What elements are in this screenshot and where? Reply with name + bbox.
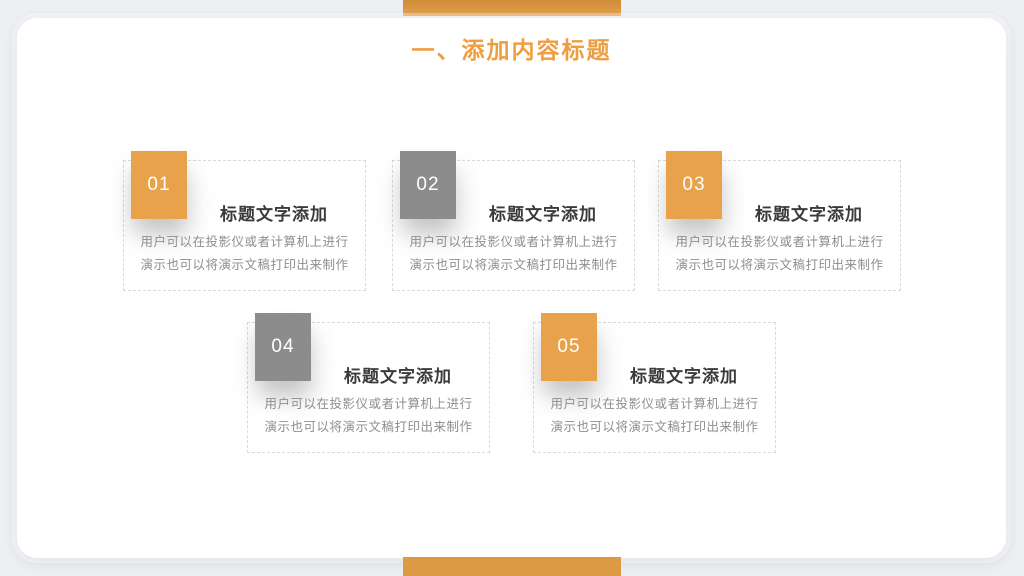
- card-number-badge: 01: [131, 151, 187, 219]
- card-title: 标题文字添加: [630, 367, 738, 386]
- card-description-line1: 用户可以在投影仪或者计算机上进行: [409, 235, 618, 249]
- card-title: 标题文字添加: [755, 205, 863, 224]
- card-description: 用户可以在投影仪或者计算机上进行 演示也可以将演示文稿打印出来制作: [124, 231, 365, 277]
- card-description: 用户可以在投影仪或者计算机上进行 演示也可以将演示文稿打印出来制作: [534, 393, 775, 439]
- card-description-line1: 用户可以在投影仪或者计算机上进行: [140, 235, 349, 249]
- card-title: 标题文字添加: [220, 205, 328, 224]
- content-card-3: 03 标题文字添加 用户可以在投影仪或者计算机上进行 演示也可以将演示文稿打印出…: [658, 151, 901, 291]
- content-card-1: 01 标题文字添加 用户可以在投影仪或者计算机上进行 演示也可以将演示文稿打印出…: [123, 151, 366, 291]
- content-card-2: 02 标题文字添加 用户可以在投影仪或者计算机上进行 演示也可以将演示文稿打印出…: [392, 151, 635, 291]
- card-description-line2: 演示也可以将演示文稿打印出来制作: [550, 420, 759, 434]
- card-number-badge: 05: [541, 313, 597, 381]
- top-accent-bar: [403, 0, 621, 16]
- card-number-badge: 02: [400, 151, 456, 219]
- content-card-4: 04 标题文字添加 用户可以在投影仪或者计算机上进行 演示也可以将演示文稿打印出…: [247, 313, 490, 453]
- card-description: 用户可以在投影仪或者计算机上进行 演示也可以将演示文稿打印出来制作: [393, 231, 634, 277]
- card-description-line1: 用户可以在投影仪或者计算机上进行: [550, 397, 759, 411]
- card-title: 标题文字添加: [344, 367, 452, 386]
- card-description-line2: 演示也可以将演示文稿打印出来制作: [264, 420, 473, 434]
- slide-canvas: 一、添加内容标题 01 标题文字添加 用户可以在投影仪或者计算机上进行 演示也可…: [17, 18, 1006, 558]
- card-description-line2: 演示也可以将演示文稿打印出来制作: [409, 258, 618, 272]
- card-description-line2: 演示也可以将演示文稿打印出来制作: [675, 258, 884, 272]
- card-description-line1: 用户可以在投影仪或者计算机上进行: [675, 235, 884, 249]
- slide-title: 一、添加内容标题: [411, 37, 612, 63]
- card-description-line2: 演示也可以将演示文稿打印出来制作: [140, 258, 349, 272]
- bottom-accent-bar: [403, 557, 621, 576]
- card-number-badge: 03: [666, 151, 722, 219]
- card-number-badge: 04: [255, 313, 311, 381]
- card-title: 标题文字添加: [489, 205, 597, 224]
- card-description: 用户可以在投影仪或者计算机上进行 演示也可以将演示文稿打印出来制作: [659, 231, 900, 277]
- content-card-5: 05 标题文字添加 用户可以在投影仪或者计算机上进行 演示也可以将演示文稿打印出…: [533, 313, 776, 453]
- card-description: 用户可以在投影仪或者计算机上进行 演示也可以将演示文稿打印出来制作: [248, 393, 489, 439]
- card-description-line1: 用户可以在投影仪或者计算机上进行: [264, 397, 473, 411]
